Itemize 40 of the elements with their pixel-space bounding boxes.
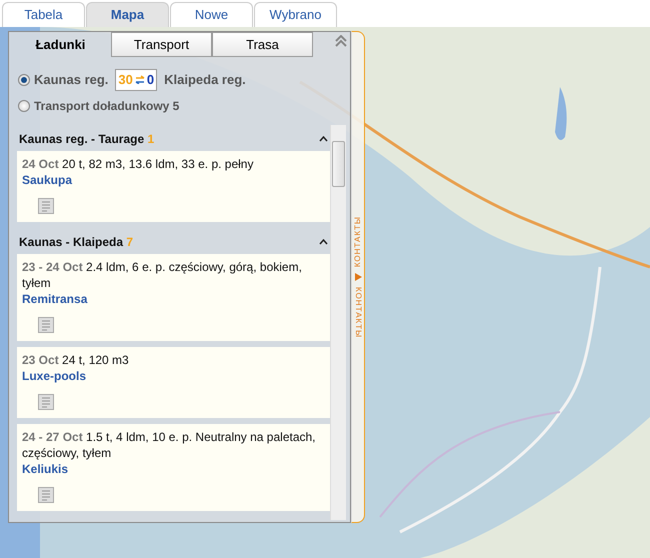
list-item[interactable]: 24 Oct 20 t, 82 m3, 13.6 ldm, 33 e. p. pełny Saukupa	[17, 150, 330, 222]
scrollbar[interactable]	[330, 124, 346, 520]
counter-box: 30 0	[115, 69, 158, 90]
option-label[interactable]: Kaunas reg.	[34, 70, 108, 90]
note-icon[interactable]	[38, 198, 54, 214]
list-item[interactable]: 23 - 24 Oct 2.4 ldm, 6 e. p. częściowy, górą, bokiem, tyłem Remitransa	[17, 254, 330, 340]
note-icon[interactable]	[38, 316, 54, 332]
group-title: Kaunas reg. - Taurage 1	[19, 130, 154, 148]
caret-icon[interactable]	[319, 238, 328, 244]
group-title: Kaunas - Klaipeda 7	[19, 234, 134, 250]
item-details: 23 Oct 24 t, 120 m3	[22, 352, 130, 368]
tab[interactable]: Trasa	[212, 32, 313, 57]
item-details: 24 - 27 Oct 1.5 t, 4 ldm, 10 e. p. Neutralny na paletach, częściowy, tyłem	[22, 428, 317, 460]
item-details: 23 - 24 Oct 2.4 ldm, 6 e. p. częściowy, górą, bokiem, tyłem	[22, 258, 303, 290]
list-item[interactable]: 23 Oct 24 t, 120 m3 Luxe-pools	[17, 346, 330, 418]
tab[interactable]: Nowe	[170, 2, 253, 27]
tab[interactable]: Wybrano	[254, 2, 337, 27]
company-link[interactable]: Luxe-pools	[22, 368, 86, 384]
list-item[interactable]: 24 - 27 Oct 1.5 t, 4 ldm, 10 e. p. Neutralny na paletach, częściowy, tyłem Keliukis	[17, 424, 330, 510]
swap-arrows-icon	[134, 75, 145, 84]
radio-button[interactable]	[18, 74, 30, 86]
tab[interactable]: Transport	[111, 32, 212, 57]
note-icon[interactable]	[38, 486, 54, 502]
company-link[interactable]: Keliukis	[22, 460, 68, 476]
option-label[interactable]: Klaipeda reg.	[164, 70, 246, 90]
collapse-icon[interactable]	[335, 35, 347, 47]
contacts-label: КОНТАКТЫ	[353, 287, 364, 338]
contacts-label: КОНТАКТЫ	[352, 216, 363, 267]
item-details: 24 Oct 20 t, 82 m3, 13.6 ldm, 33 e. p. pełny	[22, 156, 254, 172]
company-link[interactable]: Saukupa	[22, 172, 72, 188]
caret-icon[interactable]	[319, 136, 328, 142]
company-link[interactable]: Remitransa	[22, 290, 88, 306]
tab[interactable]: Mapa	[86, 2, 169, 27]
note-icon[interactable]	[38, 394, 54, 410]
arrow-icon	[354, 273, 362, 281]
tab[interactable]: Tabela	[2, 2, 85, 27]
option-label[interactable]: Transport doładunkowy 5	[34, 96, 180, 114]
tab[interactable]: Ładunki	[10, 32, 111, 57]
lake-shape	[555, 87, 567, 140]
radio-button[interactable]	[18, 100, 30, 112]
